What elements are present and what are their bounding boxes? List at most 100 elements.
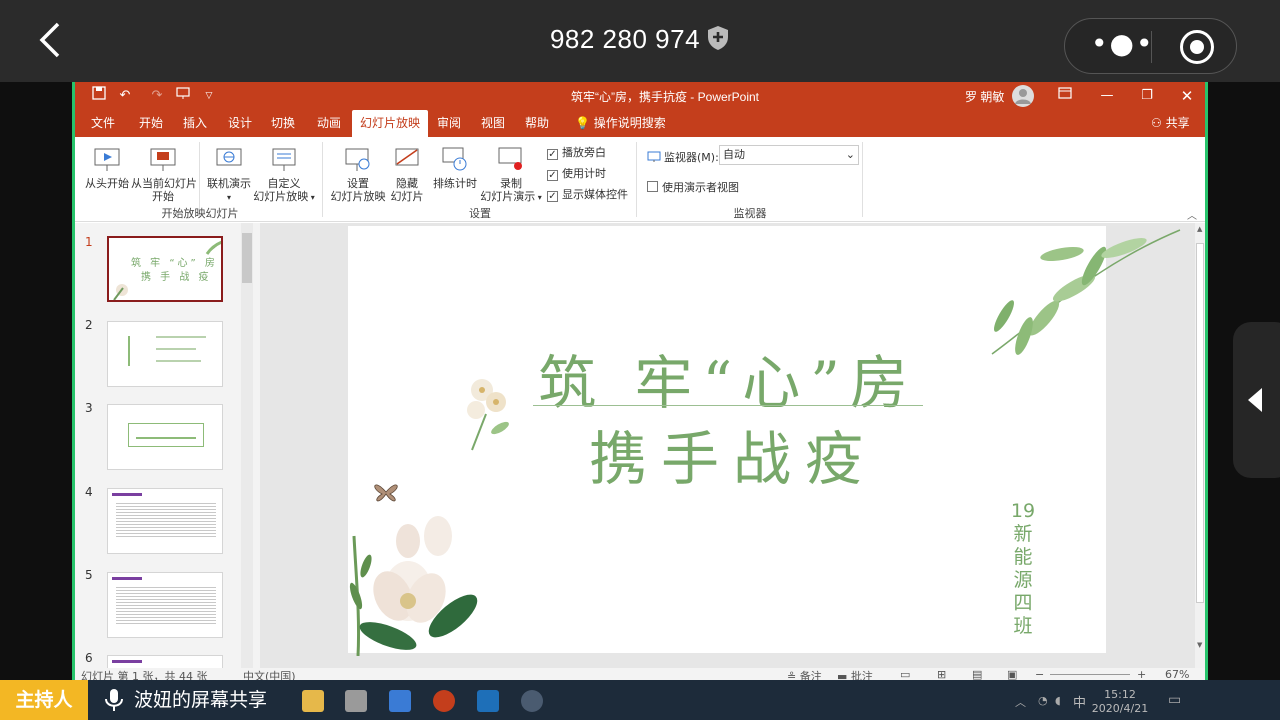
clock-date: 2020/4/21 [1091, 702, 1149, 715]
presenter-view-label: 使用演示者视图 [662, 181, 739, 194]
clock-time: 15:12 [1104, 688, 1136, 701]
monitor-row: 监视器(M): [647, 149, 719, 165]
slide-number: 6 [85, 651, 93, 665]
menu-design[interactable]: 设计 [220, 110, 260, 137]
chevron-down-icon: ⌄ [845, 148, 855, 161]
thumbnail-scrollbar[interactable] [241, 223, 253, 682]
setup-slideshow-button[interactable]: 设置 幻灯片放映 [329, 145, 387, 203]
tell-me-search[interactable]: 💡 操作说明搜索 [567, 110, 674, 137]
slide-thumbnail-pane: 1 筑 牢 “心” 房 携 手 战 疫 2 3 4 5 6 [75, 223, 260, 682]
menu-view[interactable]: 视图 [473, 110, 513, 137]
show-media-controls-checkbox[interactable]: ✓ 显示媒体控件 [547, 186, 628, 202]
menu-insert[interactable]: 插入 [175, 110, 215, 137]
menu-animations[interactable]: 动画 [309, 110, 349, 137]
slide-thumbnail-4[interactable] [107, 488, 223, 554]
ribbon-display-options-icon[interactable] [1055, 86, 1075, 106]
checkbox-checked-icon: ✓ [547, 191, 558, 202]
collapse-ribbon-icon[interactable]: ︿ [1187, 207, 1197, 222]
more-options-icon[interactable]: •●• [1091, 30, 1152, 61]
shield-icon [708, 26, 729, 50]
globe-icon [216, 148, 242, 166]
notification-icon[interactable]: ▭ [1168, 692, 1181, 708]
app-icon[interactable] [521, 690, 543, 712]
monitor-label: 监视器(M): [664, 151, 719, 164]
close-icon[interactable]: ✕ [1177, 86, 1197, 106]
hide-label-2: 幻灯片 [390, 190, 424, 203]
minimize-icon[interactable]: — [1097, 86, 1117, 106]
from-current-label-2: 开始 [152, 190, 174, 203]
slide-number: 3 [85, 401, 93, 415]
group-setup-label: 设置 [469, 207, 491, 220]
ribbon-divider [322, 142, 323, 217]
menu-slideshow[interactable]: 幻灯片放映 [352, 110, 429, 137]
user-avatar[interactable] [1012, 85, 1034, 107]
hide-label-1: 隐藏 [396, 177, 418, 190]
customize-toolbar-icon[interactable]: ▽ [199, 86, 219, 106]
checkbox-checked-icon: ✓ [547, 149, 558, 160]
group-start-label: 开始放映幻灯片 [161, 207, 239, 220]
file-explorer-icon[interactable] [302, 690, 324, 712]
zoom-slider[interactable] [1050, 674, 1130, 675]
online-present-label: 联机演示 [207, 177, 251, 190]
hide-slide-button[interactable]: 隐藏 幻灯片 [387, 145, 427, 203]
current-slide[interactable]: 筑 牢“心”房 携手战疫 19 新 能 源 四 班 [348, 226, 1181, 656]
menu-transitions[interactable]: 切换 [263, 110, 303, 137]
timer-icon [442, 147, 467, 171]
play-narrations-checkbox[interactable]: ✓ 播放旁白 [547, 144, 606, 160]
microphone-icon[interactable] [100, 686, 128, 714]
from-beginning-button[interactable]: 从头开始 [81, 145, 133, 190]
save-icon[interactable] [89, 86, 109, 106]
leave-meeting-icon[interactable] [1180, 30, 1214, 64]
network-icon[interactable]: ◔ [1038, 694, 1048, 707]
monitor-icon [647, 151, 661, 162]
restore-icon[interactable]: ❐ [1137, 86, 1157, 106]
slide-thumbnail-2[interactable] [107, 321, 223, 387]
setup-label-2: 幻灯片放映 [330, 190, 386, 203]
slide-scrollbar[interactable]: ▲ ▼ [1195, 223, 1205, 668]
use-timings-label: 使用计时 [562, 167, 606, 180]
side-panel-toggle-icon[interactable] [1233, 322, 1280, 478]
pill-divider [1151, 31, 1152, 63]
meeting-controls-pill: •●• [1064, 18, 1237, 74]
taskbar-clock[interactable]: 15:12 2020/4/21 [1090, 688, 1150, 716]
slide-title-line-2[interactable]: 携手战疫 [548, 412, 918, 496]
slide-number: 1 [85, 235, 93, 249]
slide-thumbnail-5[interactable] [107, 572, 223, 638]
present-icon[interactable] [173, 86, 193, 106]
slide-title-divider [533, 405, 923, 406]
use-timings-checkbox[interactable]: ✓ 使用计时 [547, 165, 606, 181]
store-icon[interactable] [345, 690, 367, 712]
slide-thumbnail-1[interactable]: 筑 牢 “心” 房 携 手 战 疫 [107, 236, 223, 302]
ribbon-divider [862, 142, 863, 217]
share-button[interactable]: ⚇ 共享 [1143, 110, 1198, 137]
ppt-ribbon: 从头开始 从当前幻灯片 开始 联机演示 ▾ 自定义 幻灯片放映 ▾ 开始放映幻灯片… [75, 137, 1205, 222]
menu-help[interactable]: 帮助 [517, 110, 557, 137]
menu-file[interactable]: 文件 [83, 110, 123, 137]
undo-icon[interactable]: ↶ [115, 86, 135, 106]
monitor-select[interactable]: 自动 ⌄ [719, 145, 859, 165]
user-name: 罗 朝敏 [965, 90, 1005, 104]
hide-slide-icon [395, 148, 419, 166]
presenter-view-checkbox[interactable]: 使用演示者视图 [647, 179, 739, 195]
volume-icon[interactable]: ◖ [1055, 694, 1061, 707]
tray-chevron-icon[interactable]: ︿ [1015, 694, 1026, 710]
slide-class-label[interactable]: 19 新 能 源 四 班 [1008, 500, 1038, 638]
meeting-app-icon[interactable] [477, 690, 499, 712]
ime-indicator[interactable]: 中 [1073, 692, 1086, 711]
play-narrations-label: 播放旁白 [562, 146, 606, 159]
group-monitor-label: 监视器 [733, 207, 767, 220]
from-current-button[interactable]: 从当前幻灯片 开始 [131, 145, 197, 203]
leaf-branch-decoration [991, 229, 1181, 355]
powerpoint-icon[interactable] [433, 690, 455, 712]
tell-me-label: 操作说明搜索 [593, 116, 666, 130]
rehearse-timings-button[interactable]: 排练计时 [429, 145, 481, 190]
menu-review[interactable]: 审阅 [429, 110, 469, 137]
mail-icon[interactable] [389, 690, 411, 712]
slide-title-line-1[interactable]: 筑 牢“心”房 [528, 336, 928, 420]
custom-slideshow-button[interactable]: 自定义 幻灯片放映 ▾ [251, 145, 317, 204]
slide-thumbnail-3[interactable] [107, 404, 223, 470]
record-slideshow-button[interactable]: 录制 幻灯片演示 ▾ [479, 145, 543, 204]
online-present-button[interactable]: 联机演示 ▾ [203, 145, 255, 204]
menu-home[interactable]: 开始 [131, 110, 171, 137]
redo-icon[interactable]: ↷ [147, 86, 167, 106]
